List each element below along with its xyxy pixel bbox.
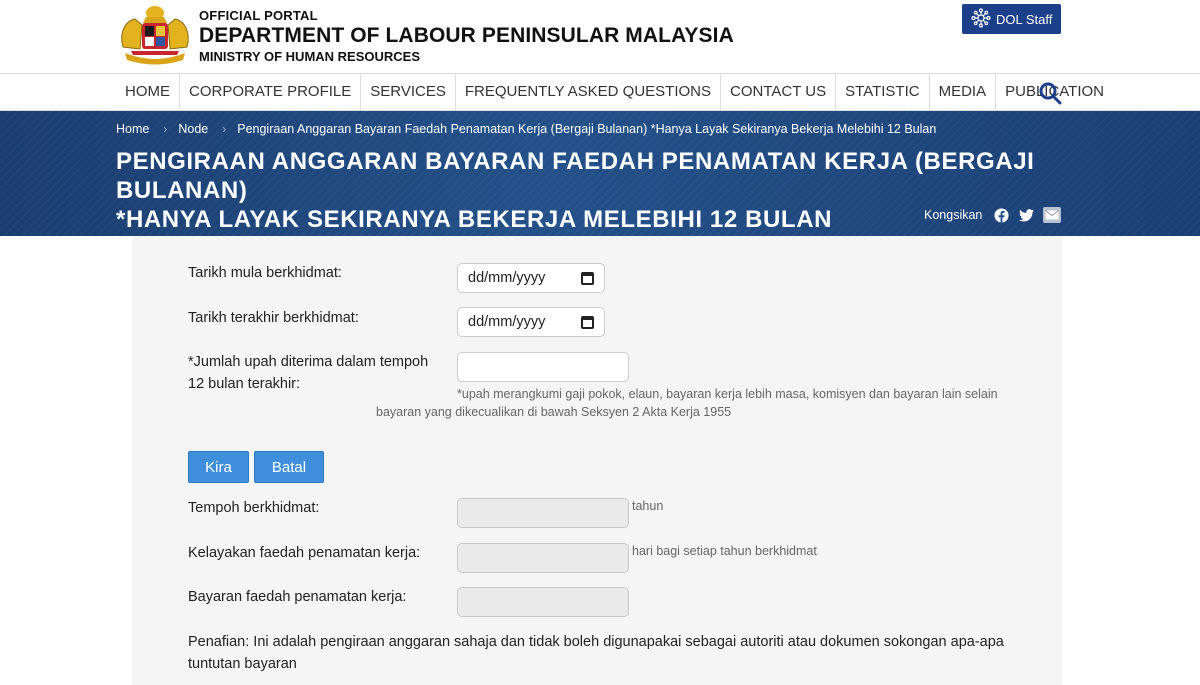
twitter-icon[interactable] [1018,207,1034,223]
wage-help-line2: bayaran yang dikecualikan di bawah Seksy… [376,405,732,419]
wage-label-line2: 12 bulan terakhir: [188,376,301,392]
site-header: OFFICIAL PORTAL DEPARTMENT OF LABOUR PEN… [0,0,1200,74]
chevron-right-icon: › [163,122,168,136]
page-banner: Home › Node › Pengiraan Anggaran Bayaran… [0,111,1200,236]
payment-output [457,587,629,617]
tenure-label: Tempoh berkhidmat: [188,500,320,516]
calendar-icon[interactable] [581,315,594,329]
eligibility-output [457,543,629,573]
search-icon[interactable] [1038,81,1062,105]
wage-input[interactable] [457,352,629,382]
dol-staff-button[interactable]: DOL Staff [962,4,1061,34]
end-date-input[interactable]: dd/mm/yyyy [457,307,605,337]
nav-item-home[interactable]: HOME [116,74,180,111]
nav-item-services[interactable]: SERVICES [361,74,456,111]
facebook-icon[interactable] [993,207,1009,223]
content-area: Tarikh mula berkhidmat: dd/mm/yyyy Tarik… [0,236,1200,685]
tenure-output [457,498,629,528]
dol-staff-label: DOL Staff [996,11,1053,27]
breadcrumb-current: Pengiraan Anggaran Bayaran Faedah Penama… [237,122,937,136]
main-navigation: HOME CORPORATE PROFILE SERVICES FREQUENT… [0,74,1200,111]
disclaimer: Penafian: Ini adalah pengiraan anggaran … [188,631,1028,675]
nav-item-statistic[interactable]: STATISTIC [836,74,930,111]
nav-item-corporate-profile[interactable]: CORPORATE PROFILE [180,74,362,111]
email-icon[interactable] [1043,207,1062,223]
start-date-placeholder: dd/mm/yyyy [468,270,546,286]
share-label: Kongsikan [924,208,983,222]
calculate-button[interactable]: Kira [188,451,249,483]
wage-label: *Jumlah upah diterima dalam tempoh 12 bu… [188,351,428,395]
breadcrumb: Home › Node › Pengiraan Anggaran Bayaran… [116,122,936,136]
page-title-line1: PENGIRAAN ANGGARAN BAYARAN FAEDAH PENAMA… [116,148,1035,204]
disclaimer-line1: Penafian: Ini adalah pengiraan anggaran … [188,634,1004,650]
eligibility-unit: hari bagi setiap tahun berkhidmat [632,544,817,558]
nav-item-media[interactable]: MEDIA [930,74,997,111]
page-title-line2: *HANYA LAYAK SEKIRANYA BEKERJA MELEBIHI … [116,206,833,233]
cancel-button[interactable]: Batal [254,451,324,483]
wage-label-line1: *Jumlah upah diterima dalam tempoh [188,354,429,370]
chevron-right-icon: › [222,122,227,136]
coat-of-arms-logo[interactable] [115,3,195,67]
share-bar: Kongsikan [924,207,1062,223]
nav-item-faq[interactable]: FREQUENTLY ASKED QUESTIONS [456,74,722,111]
brand-official-portal: OFFICIAL PORTAL [199,8,318,23]
nav-item-contact-us[interactable]: CONTACT US [721,74,837,111]
calculator-form: Tarikh mula berkhidmat: dd/mm/yyyy Tarik… [132,236,1062,685]
network-icon [971,7,991,31]
start-date-label: Tarikh mula berkhidmat: [188,265,342,281]
brand-department-name: DEPARTMENT OF LABOUR PENINSULAR MALAYSIA [199,24,734,47]
portal-brand[interactable]: OFFICIAL PORTAL DEPARTMENT OF LABOUR PEN… [199,8,734,64]
end-date-label: Tarikh terakhir berkhidmat: [188,310,359,326]
breadcrumb-home[interactable]: Home [116,122,149,136]
tenure-unit: tahun [632,499,664,513]
disclaimer-line2: tuntutan bayaran [188,656,297,672]
wage-help-line1: *upah merangkumi gaji pokok, elaun, baya… [457,387,998,401]
eligibility-label: Kelayakan faedah penamatan kerja: [188,545,421,561]
brand-ministry-name: MINISTRY OF HUMAN RESOURCES [199,49,421,64]
calendar-icon[interactable] [581,271,594,285]
page-title: PENGIRAAN ANGGARAN BAYARAN FAEDAH PENAMA… [116,147,1056,234]
breadcrumb-node[interactable]: Node [178,122,208,136]
start-date-input[interactable]: dd/mm/yyyy [457,263,605,293]
end-date-placeholder: dd/mm/yyyy [468,314,546,330]
payment-label: Bayaran faedah penamatan kerja: [188,589,407,605]
